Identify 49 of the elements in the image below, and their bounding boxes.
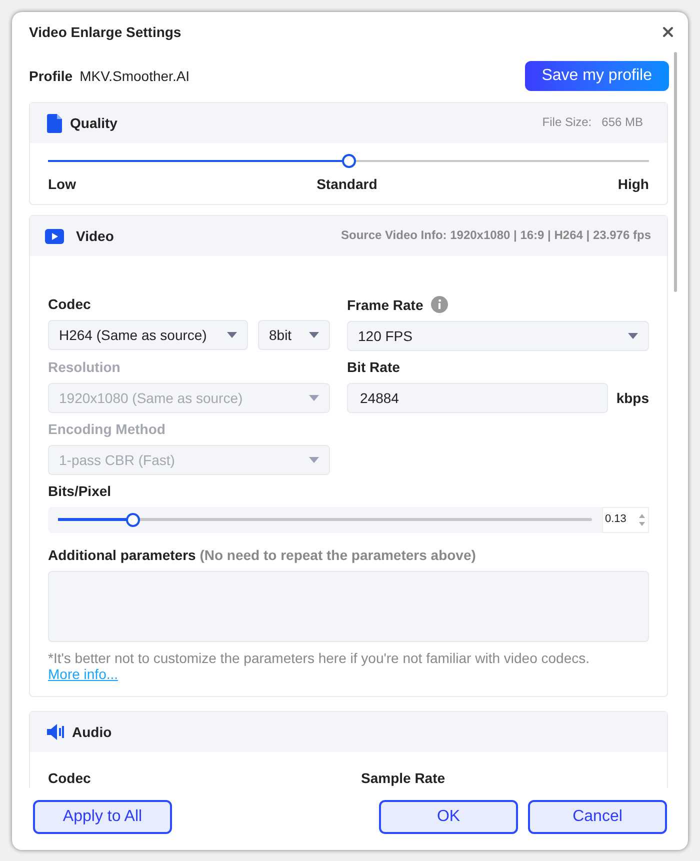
field-label: Resolution bbox=[48, 359, 122, 376]
field-label: Codec bbox=[48, 770, 92, 786]
quality-mark: Standard bbox=[316, 176, 378, 192]
dialog-button[interactable]: Cancel bbox=[528, 800, 667, 834]
field-label: Bits/Pixel bbox=[48, 483, 112, 500]
document-icon bbox=[47, 114, 62, 132]
field-label: Codec bbox=[48, 296, 92, 312]
caret-icon bbox=[309, 395, 319, 402]
caret-icon bbox=[628, 333, 638, 340]
quality-slider[interactable] bbox=[48, 155, 649, 167]
section-title: Quality bbox=[70, 114, 118, 132]
spinner-arrows-icon bbox=[639, 512, 645, 528]
caret-icon bbox=[309, 457, 319, 464]
hint-text: *It's better not to customize the parameters here if you're not familiar with video codecs. More info... bbox=[48, 650, 590, 682]
quality-mark: High bbox=[618, 176, 649, 192]
speaker-icon bbox=[47, 724, 64, 740]
window-title: Video Enlarge Settings bbox=[29, 24, 182, 40]
quality-mark: Low bbox=[48, 176, 76, 192]
number-spinner[interactable]: 0.13 bbox=[602, 506, 649, 533]
field-label: Sample Rate bbox=[361, 770, 446, 786]
save-profile-button[interactable]: Save my profile bbox=[524, 61, 669, 91]
profile-label: Profile bbox=[29, 68, 73, 84]
scrollbar[interactable] bbox=[674, 52, 677, 292]
section-title: Audio bbox=[72, 724, 112, 740]
field-label: Frame Rate bbox=[347, 296, 424, 313]
field-label: Bit Rate bbox=[347, 359, 401, 376]
play-icon bbox=[45, 228, 64, 244]
profile-name: MKV.Smoother.AI bbox=[80, 68, 190, 84]
field-label: Encoding Method bbox=[48, 421, 166, 438]
dialog-button[interactable]: OK bbox=[379, 800, 518, 834]
slider-thumb[interactable] bbox=[126, 512, 140, 527]
section-title: Video bbox=[76, 228, 114, 244]
unit-label: kbps bbox=[616, 390, 649, 406]
bits-per-pixel-slider[interactable] bbox=[58, 512, 592, 527]
dialog-button[interactable]: Apply to All bbox=[33, 800, 172, 834]
bit-rate-field[interactable]: 24884 bbox=[347, 383, 608, 414]
file-size-label: File Size: bbox=[542, 116, 592, 130]
parameters-field[interactable] bbox=[48, 570, 649, 642]
dropdown[interactable]: 8bit bbox=[258, 320, 330, 350]
dropdown[interactable]: 120 FPS bbox=[347, 321, 649, 352]
source-video-info: Source Video Info: 1920x1080 | 16:9 | H264 | 23.976 fps bbox=[340, 229, 651, 243]
info-icon[interactable] bbox=[431, 296, 448, 314]
file-size-value: 656 MB bbox=[602, 116, 643, 130]
close-icon[interactable] bbox=[660, 24, 676, 40]
field-label: Additional parameters (No need to repeat the parameters above) bbox=[48, 546, 477, 563]
caret-icon bbox=[227, 332, 237, 338]
caret-icon bbox=[309, 332, 319, 338]
dropdown[interactable]: H264 (Same as source) bbox=[48, 320, 248, 350]
slider-thumb[interactable] bbox=[342, 154, 356, 168]
